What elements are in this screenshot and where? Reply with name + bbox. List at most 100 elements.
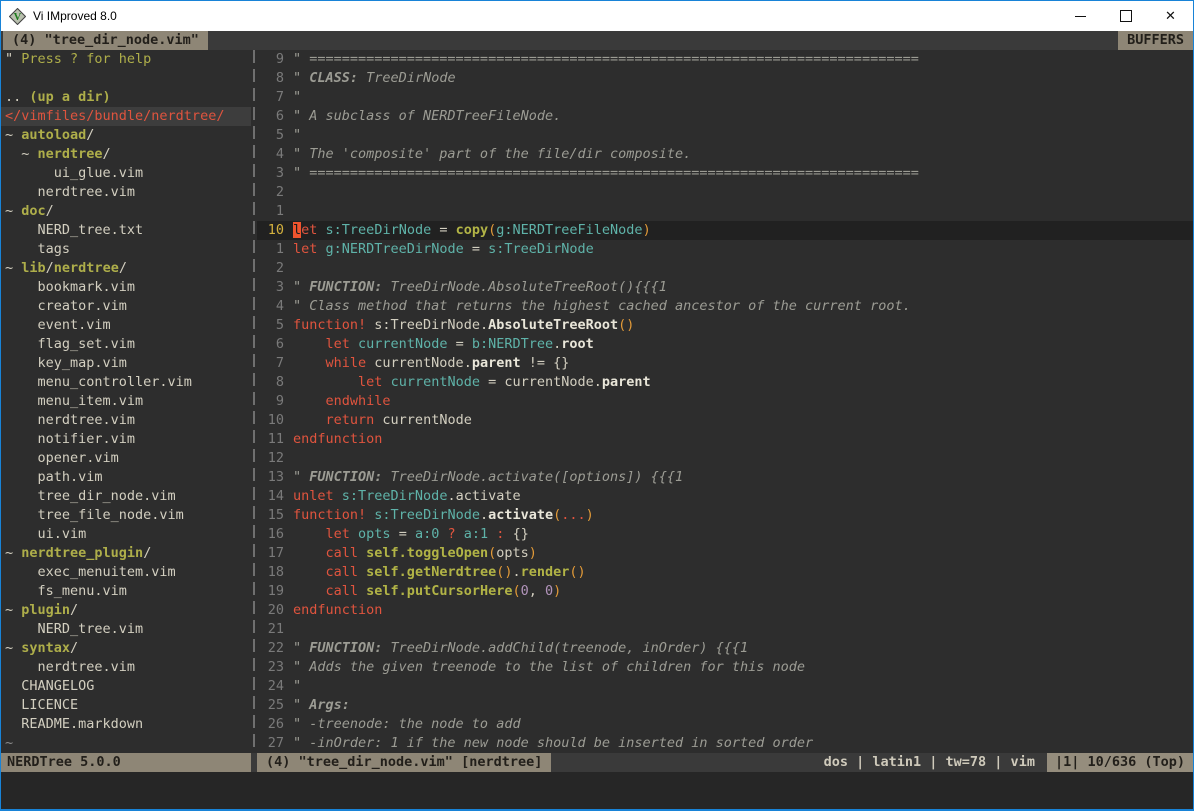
text-segment: key_map.vim <box>5 355 127 371</box>
code-line[interactable]: 1 <box>257 202 1193 221</box>
code-line[interactable]: 5function! s:TreeDirNode.AbsoluteTreeRoo… <box>257 316 1193 335</box>
tree-item[interactable]: path.vim <box>1 468 251 487</box>
tree-item[interactable]: ~ doc/ <box>1 202 251 221</box>
tree-item[interactable]: .. (up a dir) <box>1 88 251 107</box>
code-line[interactable]: 7 while currentNode.parent != {} <box>257 354 1193 373</box>
tree-item[interactable]: nerdtree.vim <box>1 658 251 677</box>
tree-item[interactable]: notifier.vim <box>1 430 251 449</box>
code-line[interactable]: 24" <box>257 677 1193 696</box>
tree-item[interactable]: flag_set.vim <box>1 335 251 354</box>
tree-item[interactable]: nerdtree.vim <box>1 411 251 430</box>
svg-text:V: V <box>14 12 22 23</box>
tree-item[interactable]: README.markdown <box>1 715 251 734</box>
code-line[interactable]: 20endfunction <box>257 601 1193 620</box>
tree-item[interactable]: NERD_tree.vim <box>1 620 251 639</box>
code-line[interactable]: 19 call self.putCursorHere(0, 0) <box>257 582 1193 601</box>
code-text: let opts = a:0 ? a:1 : {} <box>293 525 529 544</box>
command-line[interactable] <box>1 772 1193 809</box>
code-line[interactable]: 2 <box>257 183 1193 202</box>
code-line[interactable]: 4" The 'composite' part of the file/dir … <box>257 145 1193 164</box>
tree-item[interactable]: ~ nerdtree_plugin/ <box>1 544 251 563</box>
tree-item[interactable]: tags <box>1 240 251 259</box>
vertical-split-separator[interactable] <box>251 50 257 753</box>
text-segment: fs_menu.vim <box>5 583 127 599</box>
tree-item[interactable]: ~ <box>1 734 251 753</box>
tree-root-item[interactable]: </vimfiles/bundle/nerdtree/ <box>1 107 251 126</box>
code-line[interactable]: 12 <box>257 449 1193 468</box>
code-line[interactable]: 9" =====================================… <box>257 50 1193 69</box>
tree-item[interactable]: key_map.vim <box>1 354 251 373</box>
text-segment: LICENCE <box>5 697 78 713</box>
text-segment: tree_file_node.vim <box>5 507 184 523</box>
code-line[interactable]: 22" FUNCTION: TreeDirNode.addChild(treen… <box>257 639 1193 658</box>
code-line[interactable]: 8" CLASS: TreeDirNode <box>257 69 1193 88</box>
code-line[interactable]: 10 return currentNode <box>257 411 1193 430</box>
tree-item[interactable]: ui_glue.vim <box>1 164 251 183</box>
tree-item[interactable]: ~ nerdtree/ <box>1 145 251 164</box>
tree-item[interactable]: ui.vim <box>1 525 251 544</box>
maximize-button[interactable] <box>1103 1 1148 31</box>
tab-tree-dir-node[interactable]: (4) "tree_dir_node.vim" <box>3 31 208 50</box>
text-segment: " <box>293 70 309 86</box>
tree-item[interactable]: fs_menu.vim <box>1 582 251 601</box>
code-line[interactable]: 16 let opts = a:0 ? a:1 : {} <box>257 525 1193 544</box>
tree-item[interactable]: ~ plugin/ <box>1 601 251 620</box>
code-line[interactable]: 21 <box>257 620 1193 639</box>
code-line[interactable]: 8 let currentNode = currentNode.parent <box>257 373 1193 392</box>
code-line[interactable]: 4" Class method that returns the highest… <box>257 297 1193 316</box>
close-button[interactable]: ✕ <box>1148 1 1193 31</box>
tree-item[interactable]: menu_item.vim <box>1 392 251 411</box>
code-line[interactable]: 15function! s:TreeDirNode.activate(...) <box>257 506 1193 525</box>
text-segment: / <box>143 545 151 561</box>
code-line[interactable]: 13" FUNCTION: TreeDirNode.activate([opti… <box>257 468 1193 487</box>
tree-item[interactable]: nerdtree.vim <box>1 183 251 202</box>
tree-item[interactable]: event.vim <box>1 316 251 335</box>
code-line[interactable]: 14unlet s:TreeDirNode.activate <box>257 487 1193 506</box>
code-line[interactable]: 25" Args: <box>257 696 1193 715</box>
code-line[interactable]: 5" <box>257 126 1193 145</box>
tree-item[interactable]: tree_file_node.vim <box>1 506 251 525</box>
code-line[interactable]: 11endfunction <box>257 430 1193 449</box>
code-line[interactable]: 2 <box>257 259 1193 278</box>
tree-item[interactable]: ~ syntax/ <box>1 639 251 658</box>
text-segment <box>293 564 326 580</box>
code-line[interactable]: 6 let currentNode = b:NERDTree.root <box>257 335 1193 354</box>
tree-item[interactable]: LICENCE <box>1 696 251 715</box>
tree-item[interactable]: NERD_tree.txt <box>1 221 251 240</box>
tree-item[interactable]: bookmark.vim <box>1 278 251 297</box>
line-number: 16 <box>257 525 293 544</box>
code-line[interactable]: 10let s:TreeDirNode = copy(g:NERDTreeFil… <box>257 221 1193 240</box>
code-line[interactable]: 1let g:NERDTreeDirNode = s:TreeDirNode <box>257 240 1193 259</box>
code-line[interactable]: 23" Adds the given treenode to the list … <box>257 658 1193 677</box>
text-segment: = <box>447 336 471 352</box>
text-segment <box>358 564 366 580</box>
tree-item[interactable]: exec_menuitem.vim <box>1 563 251 582</box>
code-line[interactable]: 7" <box>257 88 1193 107</box>
text-segment: ) <box>553 583 561 599</box>
minimize-button[interactable] <box>1058 1 1103 31</box>
code-text: call self.putCursorHere(0, 0) <box>293 582 561 601</box>
tree-item[interactable]: CHANGELOG <box>1 677 251 696</box>
code-line[interactable]: 9 endwhile <box>257 392 1193 411</box>
text-segment: nerdtree.vim <box>5 659 135 675</box>
code-line[interactable]: 6" A subclass of NERDTreeFileNode. <box>257 107 1193 126</box>
text-segment: () <box>569 564 585 580</box>
tree-item[interactable] <box>1 69 251 88</box>
code-line[interactable]: 18 call self.getNerdtree().render() <box>257 563 1193 582</box>
text-segment: s:TreeDirNode <box>374 507 480 523</box>
code-line[interactable]: 26" -treenode: the node to add <box>257 715 1193 734</box>
code-line[interactable]: 3" FUNCTION: TreeDirNode.AbsoluteTreeRoo… <box>257 278 1193 297</box>
tree-item[interactable]: " Press ? for help <box>1 50 251 69</box>
tree-item[interactable]: ~ lib/nerdtree/ <box>1 259 251 278</box>
text-segment: s:TreeDirNode <box>488 241 594 257</box>
tree-item[interactable]: tree_dir_node.vim <box>1 487 251 506</box>
code-line[interactable]: 3" =====================================… <box>257 164 1193 183</box>
code-line[interactable]: 17 call self.toggleOpen(opts) <box>257 544 1193 563</box>
tree-item[interactable]: opener.vim <box>1 449 251 468</box>
tree-item[interactable]: creator.vim <box>1 297 251 316</box>
code-line[interactable]: 27" -inOrder: 1 if the new node should b… <box>257 734 1193 753</box>
line-number: 6 <box>257 107 293 126</box>
text-segment: ) <box>586 507 594 523</box>
tree-item[interactable]: menu_controller.vim <box>1 373 251 392</box>
tree-item[interactable]: ~ autoload/ <box>1 126 251 145</box>
